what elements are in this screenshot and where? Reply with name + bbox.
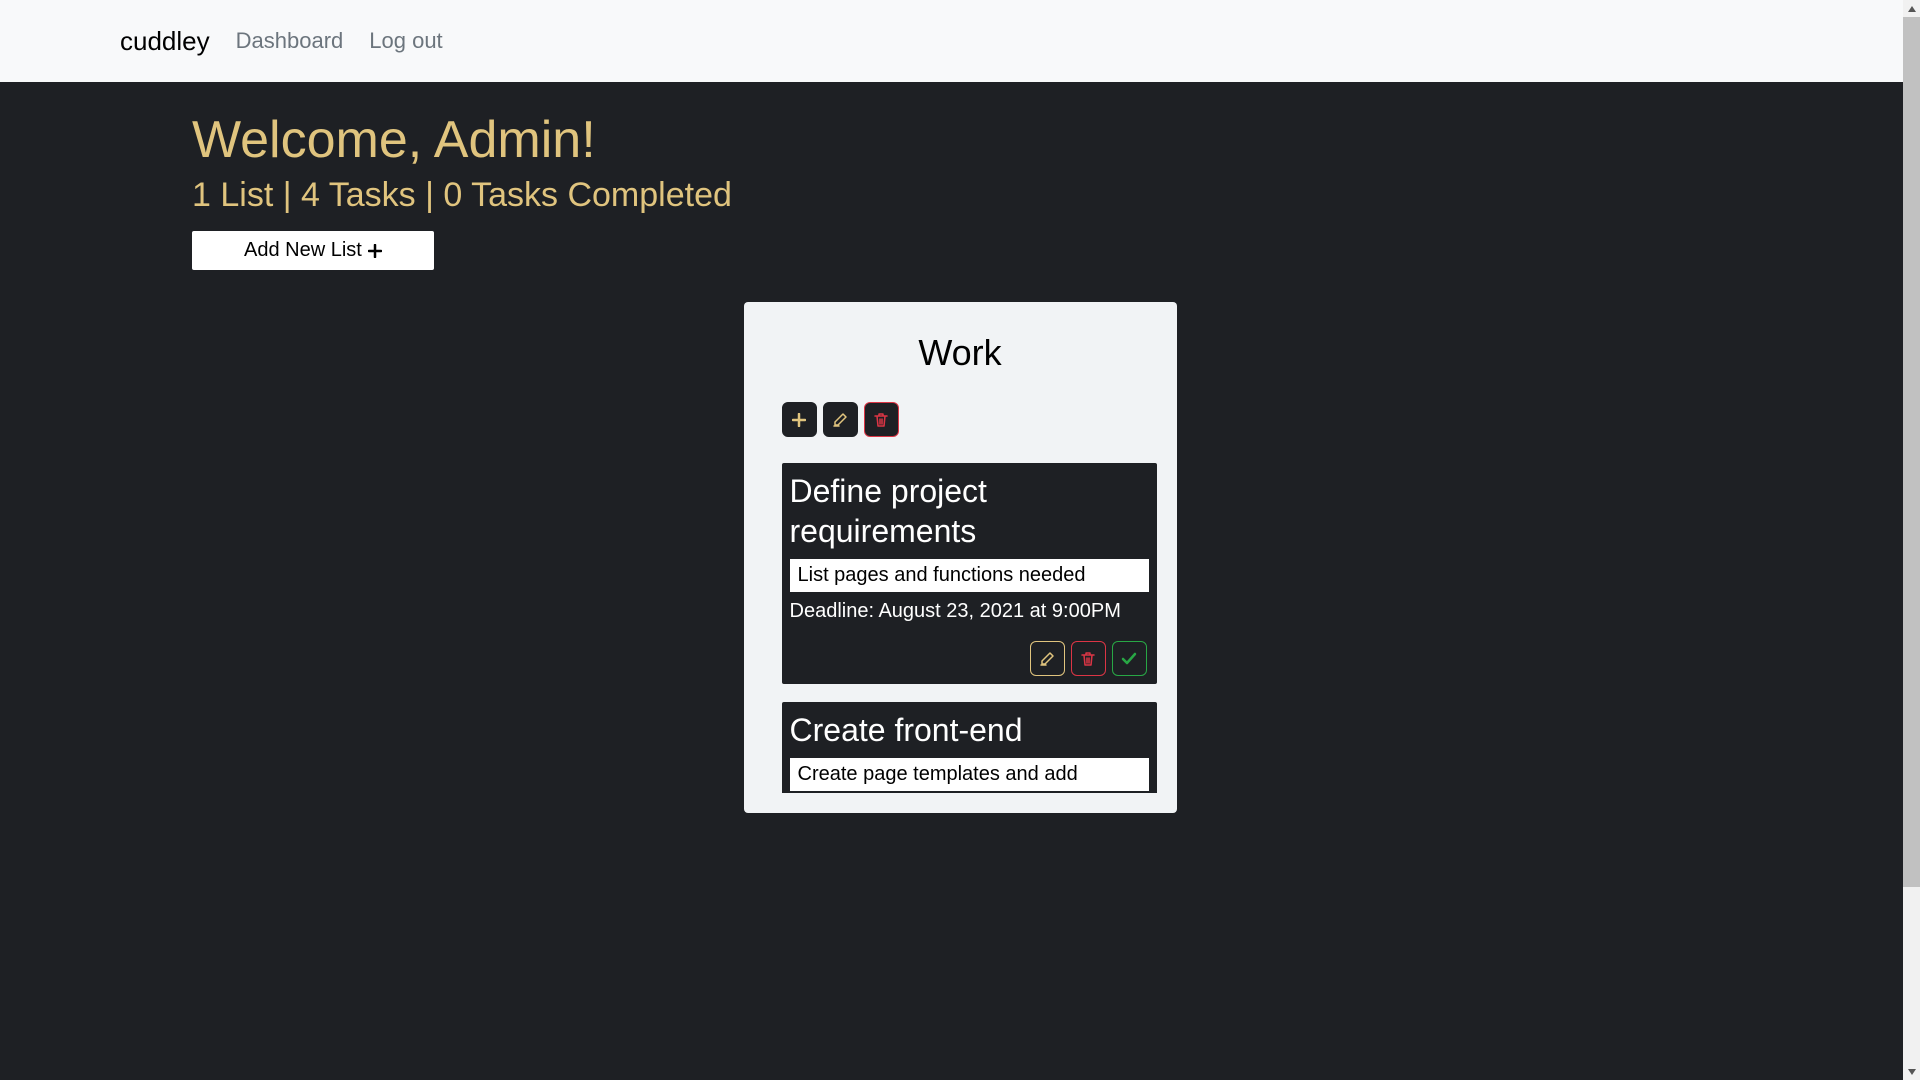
navbar-brand[interactable]: cuddley [120, 26, 210, 57]
edit-icon [832, 412, 848, 428]
tasks-scroll-area[interactable]: Define project requirements List pages a… [764, 463, 1157, 793]
navbar: cuddley Dashboard Log out [0, 0, 1920, 82]
page-scrollbar[interactable] [1903, 0, 1920, 1080]
scrollbar-up-arrow[interactable] [1903, 0, 1920, 17]
task-actions [790, 641, 1149, 676]
complete-task-button[interactable] [1112, 641, 1147, 676]
task-description: Create page templates and add [790, 758, 1149, 791]
scrollbar-down-arrow[interactable] [1903, 1063, 1920, 1080]
nav-dashboard[interactable]: Dashboard [236, 28, 344, 54]
add-list-label: Add New List [244, 239, 362, 262]
welcome-title: Welcome, Admin! [192, 110, 1728, 170]
plus-icon [792, 413, 806, 427]
delete-list-button[interactable] [864, 402, 899, 437]
task-title: Create front-end [790, 710, 1149, 750]
plus-icon [368, 244, 382, 258]
main-content: Welcome, Admin! 1 List | 4 Tasks | 0 Tas… [0, 82, 1920, 841]
list-title: Work [764, 332, 1157, 374]
task-deadline: Deadline: August 23, 2021 at 9:00PM [790, 600, 1149, 623]
edit-task-button[interactable] [1030, 641, 1065, 676]
scrollbar-thumb[interactable] [1903, 17, 1920, 887]
list-actions [764, 402, 1157, 437]
edit-icon [1039, 651, 1055, 667]
task-description: List pages and functions needed [790, 559, 1149, 592]
delete-task-button[interactable] [1071, 641, 1106, 676]
task-card: Create front-end Create page templates a… [782, 702, 1157, 793]
list-card: Work Define project requirements List pa… [744, 302, 1177, 813]
task-card: Define project requirements List pages a… [782, 463, 1157, 684]
trash-icon [874, 412, 888, 428]
trash-icon [1081, 651, 1095, 667]
nav-logout[interactable]: Log out [369, 28, 442, 54]
add-new-list-button[interactable]: Add New List [192, 231, 434, 270]
stats-line: 1 List | 4 Tasks | 0 Tasks Completed [192, 176, 1728, 215]
edit-list-button[interactable] [823, 402, 858, 437]
check-icon [1121, 652, 1137, 666]
add-task-button[interactable] [782, 402, 817, 437]
task-title: Define project requirements [790, 471, 1149, 551]
